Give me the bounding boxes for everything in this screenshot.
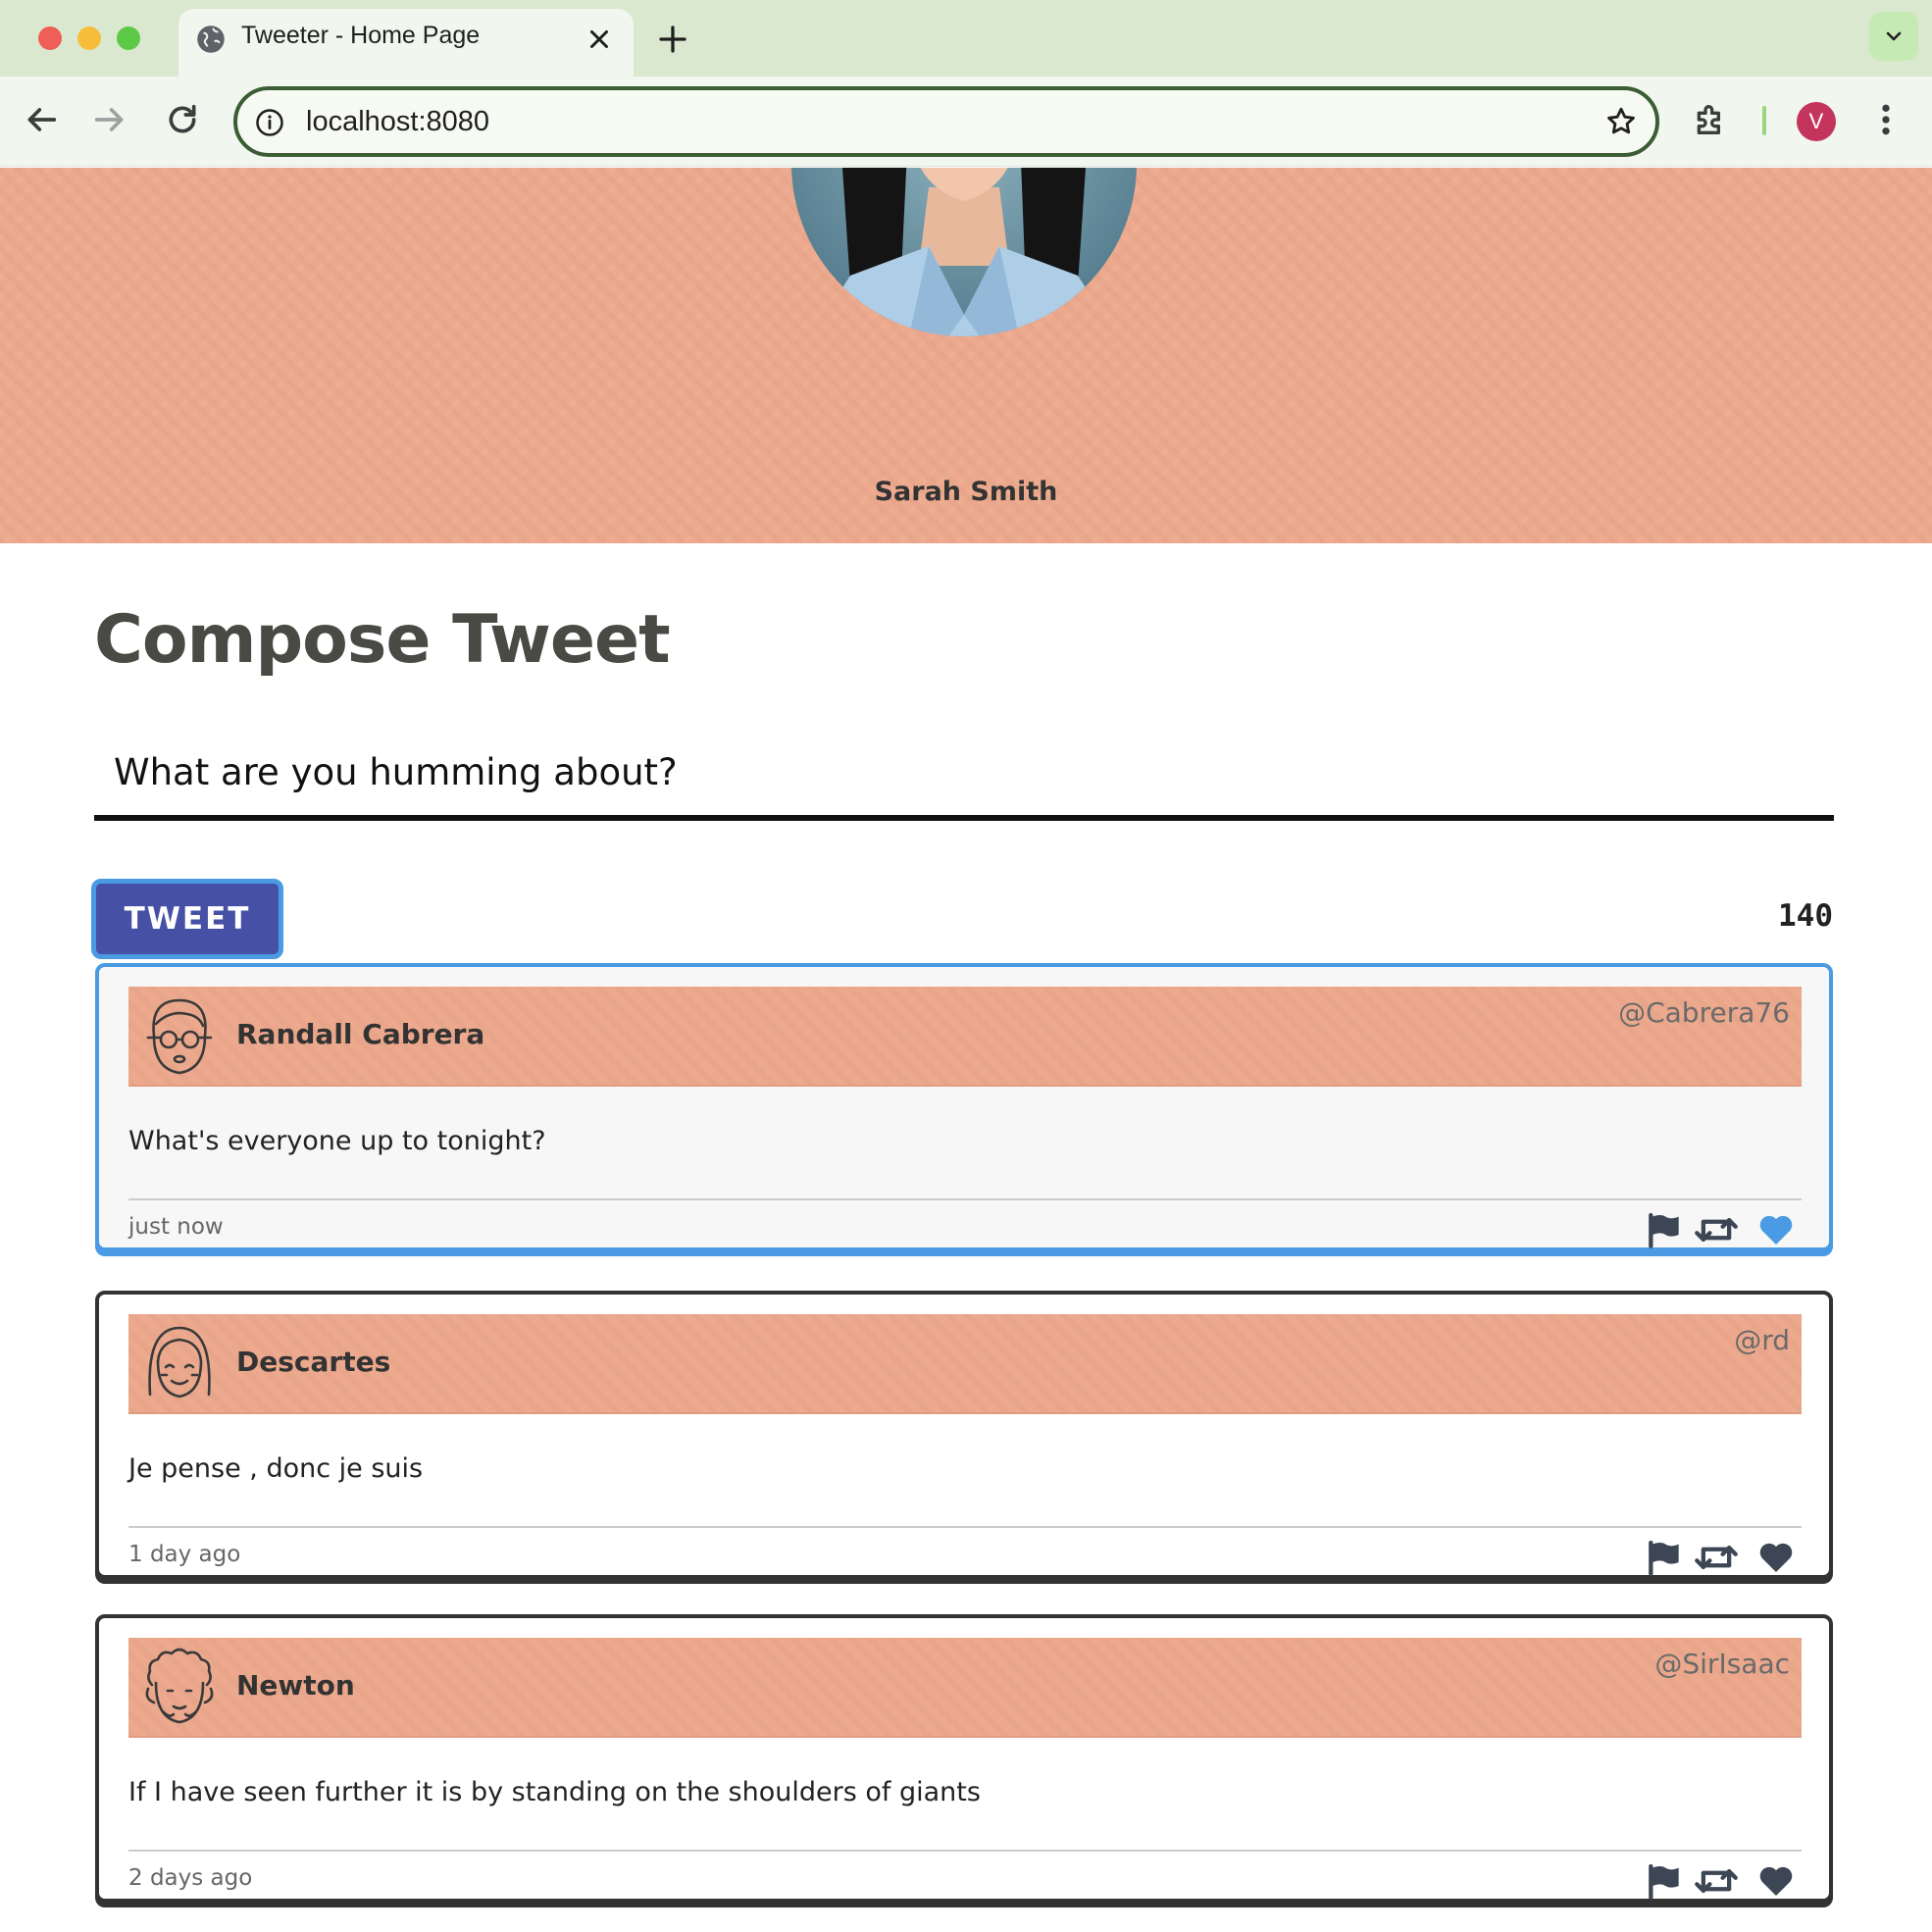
maximize-window-button[interactable] <box>117 26 140 50</box>
chevron-down-icon <box>1886 31 1902 41</box>
tweet-header: Randall Cabrera @Cabrera76 <box>128 987 1802 1087</box>
profile-avatar[interactable]: V <box>1797 102 1836 141</box>
heart-icon[interactable] <box>1756 1210 1796 1249</box>
profile-name: Sarah Smith <box>874 477 1058 507</box>
curly-hair-avatar-icon <box>145 1648 214 1724</box>
tweet-author-handle: @Cabrera76 <box>1618 996 1790 1029</box>
browser-tab[interactable]: Tweeter - Home Page <box>178 9 634 76</box>
tweet-actions <box>1643 1210 1800 1249</box>
tweet-actions <box>1643 1538 1800 1577</box>
tweet-text-input[interactable] <box>94 729 1834 821</box>
profile-header: Sarah Smith <box>0 168 1932 543</box>
retweet-icon[interactable] <box>1694 1210 1739 1249</box>
browser-toolbar: localhost:8080 V <box>0 76 1932 167</box>
tweet-author-name: Descartes <box>236 1346 391 1378</box>
tweet-card[interactable]: Randall Cabrera @Cabrera76 What's everyo… <box>95 963 1833 1251</box>
extensions-puzzle-icon[interactable] <box>1691 100 1730 139</box>
flag-icon[interactable] <box>1643 1861 1682 1901</box>
tweet-divider <box>128 1850 1802 1852</box>
tweet-author-handle: @SirIsaac <box>1654 1648 1790 1680</box>
browser-tab-bar: Tweeter - Home Page <box>0 0 1932 76</box>
tweet-author-name: Randall Cabrera <box>236 1018 485 1050</box>
more-menu-icon[interactable] <box>1871 100 1901 139</box>
forward-arrow-icon[interactable] <box>90 100 129 139</box>
page-content: Sarah Smith Compose Tweet TWEET 140 Rand… <box>0 168 1932 1932</box>
tweet-text: Je pense , donc je suis <box>128 1453 424 1484</box>
heart-icon[interactable] <box>1756 1861 1796 1901</box>
toolbar-separator <box>1762 106 1766 135</box>
site-info-icon[interactable] <box>255 108 284 137</box>
tweet-card[interactable]: Descartes @rd Je pense , donc je suis 1 … <box>95 1291 1833 1579</box>
tweet-divider <box>128 1198 1802 1200</box>
character-counter: 140 <box>1778 898 1833 934</box>
close-tab-icon[interactable] <box>585 25 614 54</box>
tab-title: Tweeter - Home Page <box>241 22 481 49</box>
url-text[interactable]: localhost:8080 <box>306 106 489 138</box>
close-window-button[interactable] <box>38 26 62 50</box>
tweet-text: What's everyone up to tonight? <box>128 1126 546 1156</box>
address-bar[interactable]: localhost:8080 <box>233 86 1659 157</box>
tweet-text: If I have seen further it is by standing… <box>128 1777 981 1807</box>
back-arrow-icon[interactable] <box>22 100 61 139</box>
tweet-submit-button[interactable]: TWEET <box>91 879 283 959</box>
tweet-header: Newton @SirIsaac <box>128 1638 1802 1738</box>
minimize-window-button[interactable] <box>77 26 101 50</box>
tweet-author-handle: @rd <box>1734 1324 1790 1356</box>
bookmark-star-icon[interactable] <box>1604 105 1638 138</box>
tweet-divider <box>128 1526 1802 1528</box>
tweet-timestamp: just now <box>128 1214 224 1240</box>
tweet-timestamp: 2 days ago <box>128 1865 253 1891</box>
tab-search-button[interactable] <box>1869 12 1918 61</box>
profile-photo <box>791 168 1137 336</box>
new-tab-icon[interactable] <box>655 22 690 57</box>
retweet-icon[interactable] <box>1694 1861 1739 1901</box>
tweet-author-name: Newton <box>236 1669 355 1702</box>
compose-title: Compose Tweet <box>94 601 671 679</box>
tweet-card[interactable]: Newton @SirIsaac If I have seen further … <box>95 1614 1833 1903</box>
reload-icon[interactable] <box>163 100 202 139</box>
tweet-actions <box>1643 1861 1800 1901</box>
retweet-icon[interactable] <box>1694 1538 1739 1577</box>
globe-icon <box>197 25 225 53</box>
glasses-avatar-icon <box>146 998 213 1075</box>
bob-hair-avatar-icon <box>148 1326 211 1398</box>
flag-icon[interactable] <box>1643 1538 1682 1577</box>
tweet-timestamp: 1 day ago <box>128 1542 241 1567</box>
tweet-header: Descartes @rd <box>128 1314 1802 1414</box>
heart-icon[interactable] <box>1756 1538 1796 1577</box>
flag-icon[interactable] <box>1643 1210 1682 1249</box>
